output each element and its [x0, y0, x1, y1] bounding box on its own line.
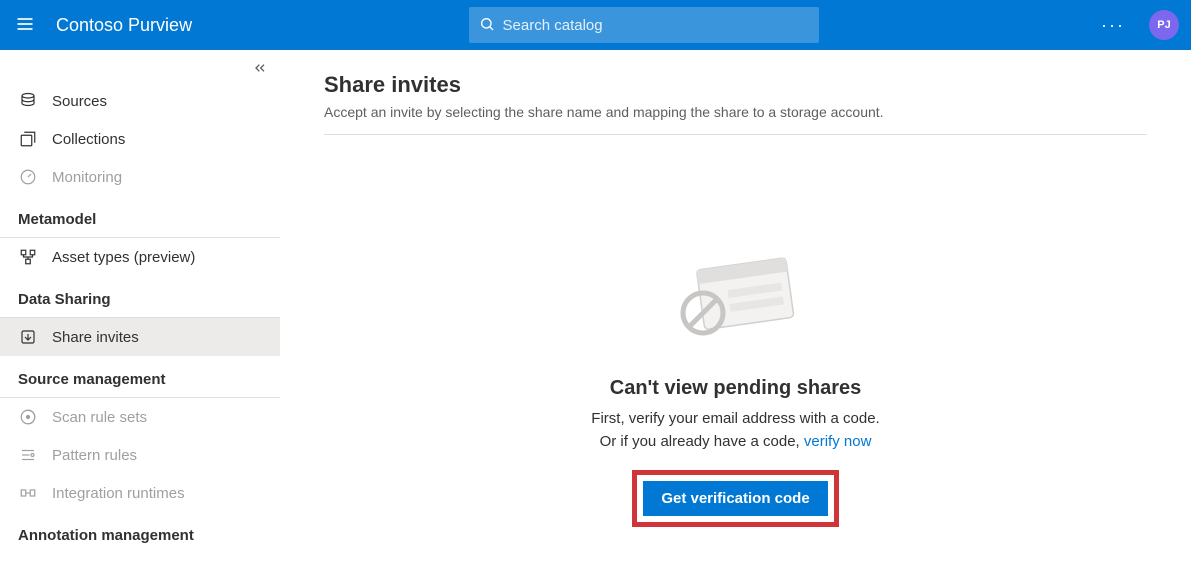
divider — [324, 134, 1147, 135]
gauge-icon — [18, 167, 38, 187]
scan-icon — [18, 407, 38, 427]
user-avatar[interactable]: PJ — [1149, 10, 1179, 40]
content-shell: Sources Collections Mo — [0, 50, 1191, 571]
sidebar-item-label: Integration runtimes — [52, 485, 185, 502]
nav-list: Sources Collections Mo — [0, 82, 280, 553]
sidebar-item-pattern-rules[interactable]: Pattern rules — [0, 436, 280, 474]
brand-title: Contoso Purview — [56, 15, 192, 36]
sidebar-item-sources[interactable]: Sources — [0, 82, 280, 120]
integration-icon — [18, 483, 38, 503]
empty-state: Can't view pending shares First, verify … — [324, 245, 1147, 527]
get-code-highlight-box: Get verification code — [632, 470, 838, 527]
empty-state-line1: First, verify your email address with a … — [591, 410, 879, 427]
pattern-icon — [18, 445, 38, 465]
sidebar-heading-source-management: Source management — [0, 362, 280, 398]
avatar-initials: PJ — [1157, 19, 1170, 31]
get-verification-code-button[interactable]: Get verification code — [643, 481, 827, 516]
sidebar-item-label: Pattern rules — [52, 447, 137, 464]
sidebar-item-label: Sources — [52, 93, 107, 110]
share-invite-icon — [18, 327, 38, 347]
collapse-sidebar-button[interactable] — [252, 60, 268, 81]
page-subtitle: Accept an invite by selecting the share … — [324, 104, 1147, 120]
chevron-double-left-icon — [252, 63, 268, 80]
schema-icon — [18, 247, 38, 267]
sidebar-item-collections[interactable]: Collections — [0, 120, 280, 158]
search-container — [469, 7, 819, 43]
sidebar-item-label: Scan rule sets — [52, 409, 147, 426]
sidebar: Sources Collections Mo — [0, 50, 280, 571]
sidebar-heading-metamodel: Metamodel — [0, 202, 280, 238]
database-icon — [18, 91, 38, 111]
sidebar-item-monitoring[interactable]: Monitoring — [0, 158, 280, 196]
more-actions-button[interactable]: ··· — [1095, 9, 1131, 42]
topbar-right: ··· PJ — [1095, 9, 1179, 42]
empty-state-title: Can't view pending shares — [610, 377, 861, 400]
collections-icon — [18, 129, 38, 149]
sidebar-item-share-invites[interactable]: Share invites — [0, 318, 280, 356]
page-title: Share invites — [324, 72, 1147, 98]
more-horizontal-icon: ··· — [1101, 15, 1125, 35]
sidebar-item-label: Collections — [52, 131, 125, 148]
sidebar-heading-annotation-management: Annotation management — [0, 518, 280, 553]
sidebar-heading-data-sharing: Data Sharing — [0, 282, 280, 318]
main-content: Share invites Accept an invite by select… — [280, 50, 1191, 571]
search-icon — [479, 16, 495, 35]
verify-now-link[interactable]: verify now — [804, 433, 872, 450]
sidebar-item-label: Asset types (preview) — [52, 249, 195, 266]
hamburger-icon — [15, 14, 35, 37]
empty-state-illustration — [671, 245, 801, 355]
top-bar: Contoso Purview ··· PJ — [0, 0, 1191, 50]
sidebar-item-scan-rule-sets[interactable]: Scan rule sets — [0, 398, 280, 436]
search-input[interactable] — [503, 17, 809, 34]
hamburger-menu-button[interactable] — [0, 0, 50, 50]
sidebar-item-label: Monitoring — [52, 169, 122, 186]
sidebar-item-label: Share invites — [52, 329, 139, 346]
empty-state-line2: Or if you already have a code, verify no… — [600, 433, 872, 450]
sidebar-item-asset-types[interactable]: Asset types (preview) — [0, 238, 280, 276]
sidebar-item-integration-runtimes[interactable]: Integration runtimes — [0, 474, 280, 512]
empty-state-line2-prefix: Or if you already have a code, — [600, 433, 804, 450]
search-box[interactable] — [469, 7, 819, 43]
